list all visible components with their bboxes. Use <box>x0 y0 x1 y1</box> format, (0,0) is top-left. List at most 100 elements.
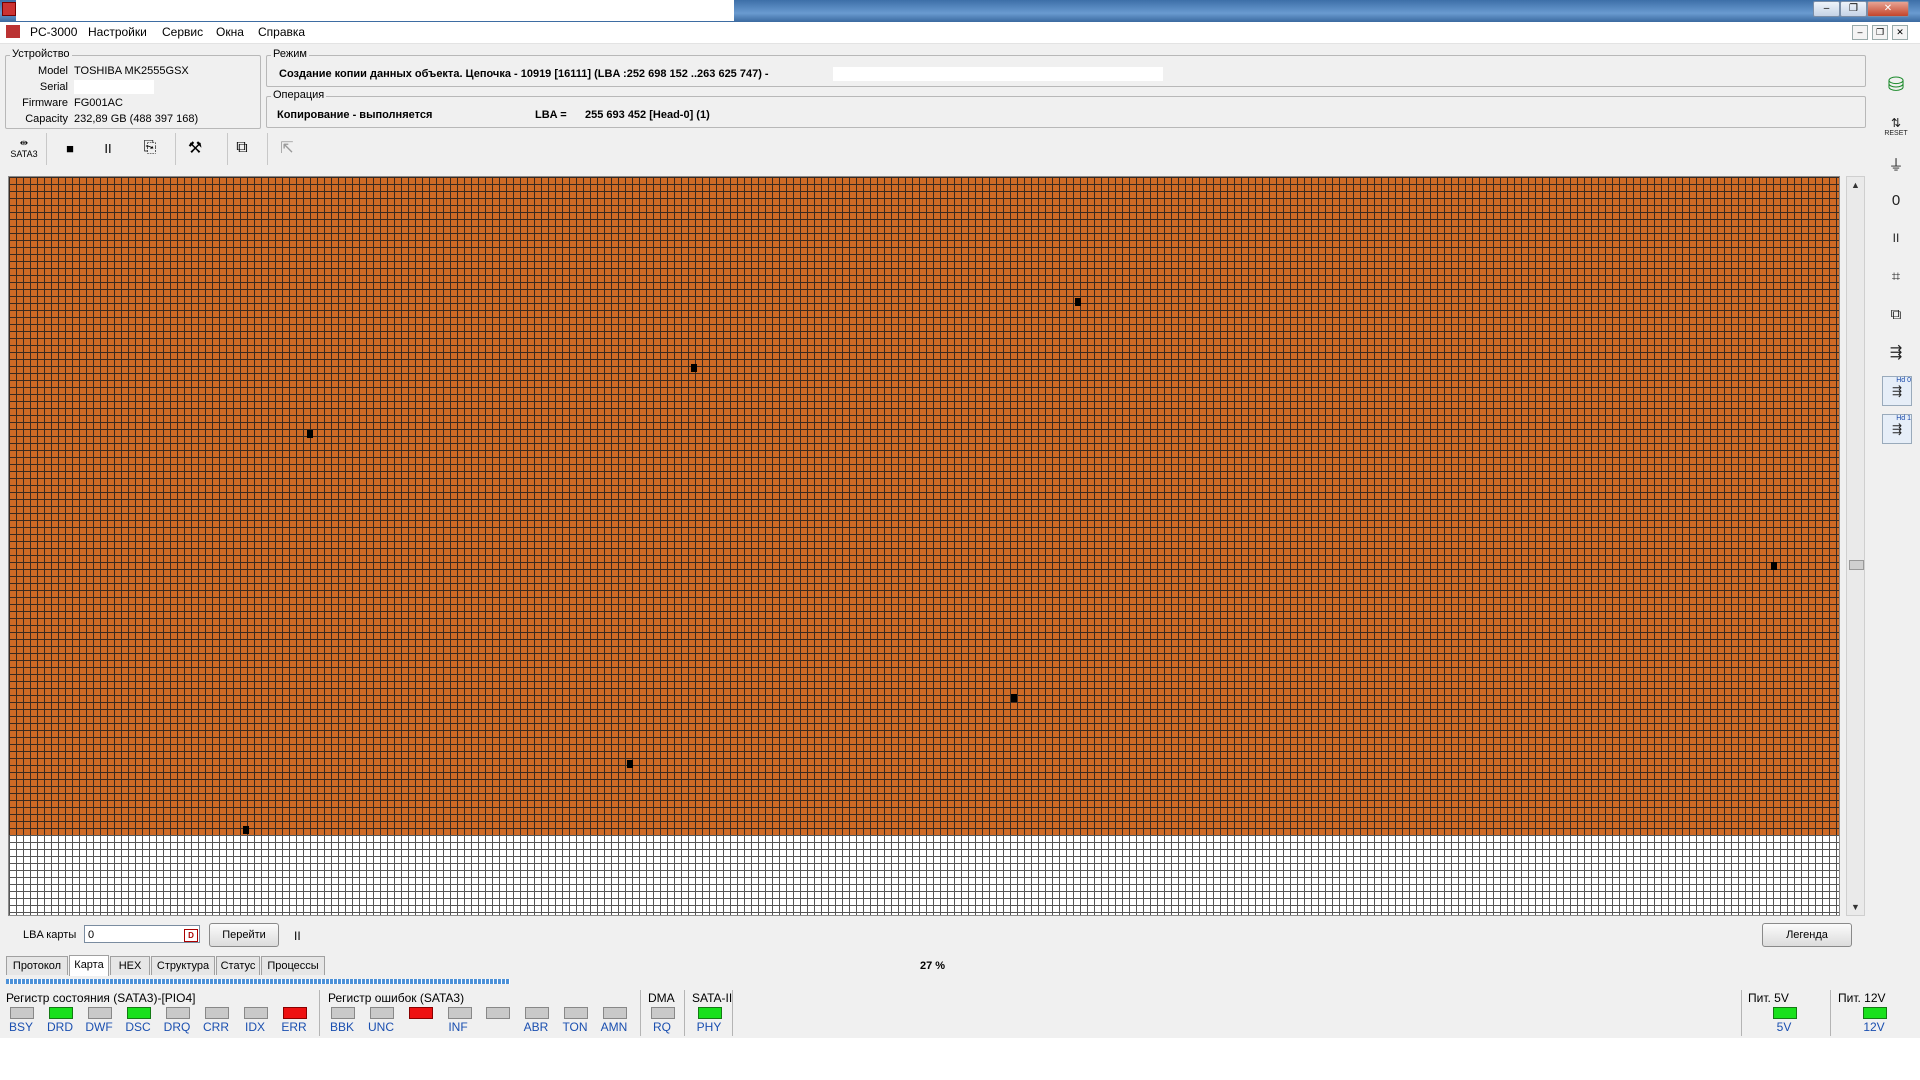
serial-value <box>74 80 154 94</box>
power-12v-title: Пит. 12V <box>1838 991 1886 1005</box>
register-separator <box>732 990 733 1036</box>
indicator-ton <box>564 1007 588 1019</box>
go-button[interactable]: Перейти <box>209 923 279 947</box>
toolbar-separator <box>46 133 47 165</box>
indicator-dma-rq <box>651 1007 675 1019</box>
lba-value: 255 693 452 [Head-0] (1) <box>585 109 710 121</box>
title-bar: – ❐ ✕ <box>0 0 1920 22</box>
reset-icon: ⇅ <box>1890 115 1902 130</box>
sata-title: SATA-II <box>692 991 733 1005</box>
stop-button[interactable]: ■ <box>55 133 85 163</box>
export-button[interactable]: ⎘ <box>135 133 165 163</box>
indicator-power-12v-label: 12V <box>1863 1020 1885 1034</box>
tab-processes[interactable]: Процессы <box>261 956 325 975</box>
mdi-close-button[interactable]: ✕ <box>1892 25 1908 40</box>
indicator-bbk <box>331 1007 355 1019</box>
scroll-down-arrow-icon[interactable]: ▼ <box>1847 899 1864 915</box>
tools-icon: ⚒ <box>187 140 203 157</box>
sector-map[interactable] <box>8 176 1840 916</box>
firmware-value: FG001AC <box>74 97 123 109</box>
indicator-amn-label: AMN <box>600 1020 628 1034</box>
mdi-minimize-button[interactable]: – <box>1852 25 1868 40</box>
indicator-dwf-label: DWF <box>85 1020 113 1034</box>
pause-button[interactable]: II <box>93 133 123 163</box>
indicator-bsy-label: BSY <box>8 1020 33 1034</box>
legend-button[interactable]: Легенда <box>1762 923 1852 947</box>
reset-button[interactable]: ⇅ RESET <box>1882 112 1910 140</box>
operation-group: Операция Копирование - выполняется LBA =… <box>266 89 1866 128</box>
dec-hex-toggle-icon[interactable]: D <box>184 929 198 942</box>
zero-voltage-icon[interactable]: 0 <box>1882 186 1910 214</box>
connector-icon[interactable]: ⇶ <box>1882 338 1910 366</box>
lba-map-label: LBA карты <box>23 929 77 941</box>
tools-button[interactable]: ⚒ <box>180 133 210 163</box>
operation-group-title: Операция <box>271 89 327 101</box>
exit-button: ⇱ <box>272 133 302 163</box>
map-scrollbar[interactable]: ▲ ▼ <box>1846 176 1865 916</box>
indicator-unc-label: UNC <box>368 1020 394 1034</box>
register-separator <box>684 990 685 1036</box>
indicator-err-label: ERR <box>281 1020 307 1034</box>
indicator-blank <box>486 1007 510 1019</box>
map-copied-region <box>9 177 1839 835</box>
menu-help[interactable]: Справка <box>258 25 305 39</box>
indicator-bbk-label: BBK <box>329 1020 354 1034</box>
copy-close-icon[interactable]: ⧉ <box>1882 300 1910 328</box>
power-plug-icon[interactable]: ⏚ <box>1882 150 1910 178</box>
mdi-restore-button[interactable]: ❐ <box>1872 25 1888 40</box>
menu-settings[interactable]: Настройки <box>88 25 147 39</box>
indicator-crr <box>205 1007 229 1019</box>
lba-map-input[interactable]: 0 <box>84 925 200 943</box>
bad-block <box>691 364 697 372</box>
indicator-abr <box>525 1007 549 1019</box>
minimize-button[interactable]: – <box>1813 1 1840 17</box>
close-button[interactable]: ✕ <box>1867 1 1909 17</box>
scroll-thumb[interactable] <box>1849 560 1864 570</box>
tab-status[interactable]: Статус <box>216 956 260 975</box>
menu-app-title[interactable]: PC-3000 <box>30 25 77 39</box>
operation-status: Копирование - выполняется <box>277 109 433 121</box>
status-register-title: Регистр состояния (SATA3)-[PIO4] <box>6 991 196 1005</box>
maximize-button[interactable]: ❐ <box>1840 1 1867 17</box>
indicator-drq-label: DRQ <box>163 1020 191 1034</box>
register-separator <box>319 990 320 1036</box>
app-menu-icon[interactable] <box>6 25 20 38</box>
head-0-button[interactable]: ⇶ Hd 0 <box>1882 376 1912 406</box>
head-1-button[interactable]: ⇶ Hd 1 <box>1882 414 1912 444</box>
indicator-dwf <box>88 1007 112 1019</box>
sata3-button[interactable]: ⇹ SATA3 <box>8 133 40 163</box>
copy-button[interactable]: ⧉ <box>227 133 257 163</box>
mode-group-title: Режим <box>271 48 309 60</box>
serial-label: Serial <box>39 81 68 93</box>
mode-text: Создание копии данных объекта. Цепочка -… <box>279 68 769 80</box>
bad-block <box>1011 694 1017 702</box>
right-pause-button[interactable]: II <box>1882 224 1910 252</box>
app-icon <box>2 2 16 16</box>
head-1-label: Hd 1 <box>1896 415 1911 422</box>
sata3-label: SATA3 <box>10 148 38 159</box>
menu-service[interactable]: Сервис <box>162 25 203 39</box>
indicator-power-12v <box>1863 1007 1887 1019</box>
indicator-power-5v-label: 5V <box>1776 1020 1792 1034</box>
indicator-inf <box>448 1007 472 1019</box>
database-icon[interactable]: ⛁ <box>1882 70 1910 98</box>
model-label: Model <box>38 65 68 77</box>
bad-block <box>1771 562 1777 570</box>
capacity-value: 232,89 GB (488 397 168) <box>74 113 199 125</box>
tab-map[interactable]: Карта <box>69 955 109 976</box>
device-group: Устройство Model TOSHIBA MK2555GSX Seria… <box>5 48 261 129</box>
tab-structure[interactable]: Структура <box>151 956 215 975</box>
indicator-inf-label: INF <box>448 1020 468 1034</box>
heads-config-icon[interactable]: ⌗ <box>1882 262 1910 290</box>
tab-hex[interactable]: HEX <box>110 956 150 975</box>
tab-protocol[interactable]: Протокол <box>6 956 68 975</box>
toolbar-separator <box>175 133 176 165</box>
indicator-idx <box>244 1007 268 1019</box>
map-pause-button[interactable]: II <box>294 929 301 943</box>
menu-windows[interactable]: Окна <box>216 25 244 39</box>
scroll-up-arrow-icon[interactable]: ▲ <box>1847 177 1864 193</box>
sata-port-icon: ⇹ <box>19 137 29 149</box>
firmware-label: Firmware <box>22 97 68 109</box>
right-toolbar: ⛁ ⇅ RESET ⏚ 0 II ⌗ ⧉ ⇶ ⇶ Hd 0 ⇶ Hd 1 <box>1876 58 1916 478</box>
bad-block <box>627 760 633 768</box>
